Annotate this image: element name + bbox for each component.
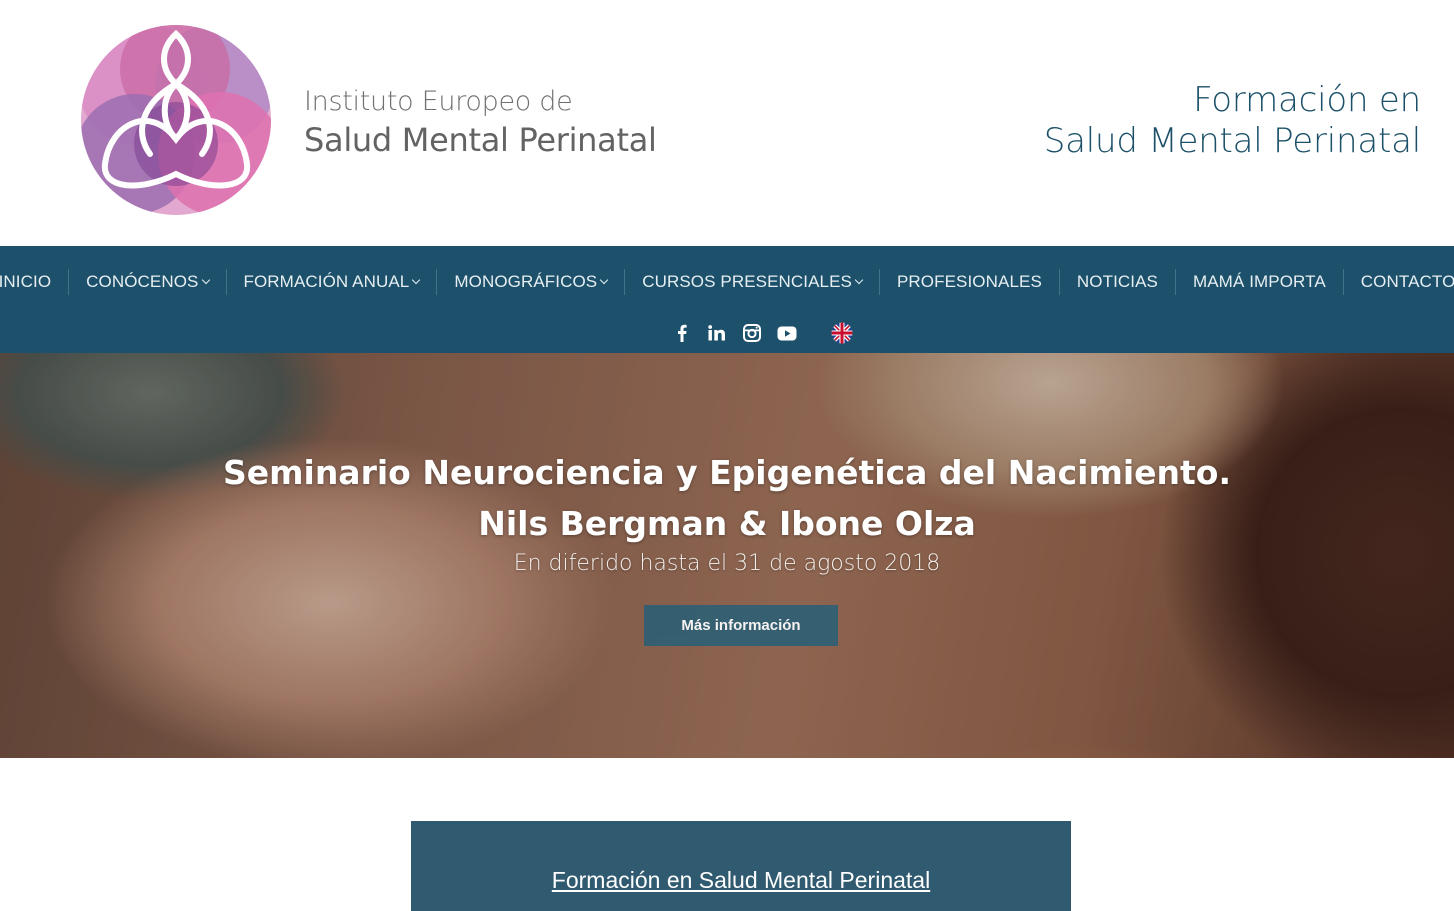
nav-item-formacion-anual[interactable]: FORMACIÓN ANUAL	[225, 269, 437, 295]
nav-menu: INICIO CONÓCENOS FORMACIÓN ANUAL MONOGRÁ…	[0, 264, 1454, 300]
nav-item-label: CURSOS PRESENCIALES	[642, 272, 852, 291]
logo-text[interactable]: Instituto Europeo de Salud Mental Perina…	[304, 86, 657, 160]
nav-item-label: NOTICIAS	[1076, 272, 1158, 291]
nav-item-profesionales[interactable]: PROFESIONALES	[878, 269, 1059, 295]
linkedin-icon[interactable]	[706, 322, 728, 344]
hero-title-line-1: Seminario Neurociencia y Epigenética del…	[222, 453, 1232, 492]
nav-item-label: INICIO	[0, 272, 52, 291]
hero-banner: Seminario Neurociencia y Epigenética del…	[0, 353, 1454, 758]
chevron-down-icon	[201, 275, 210, 285]
nav-item-inicio[interactable]: INICIO	[0, 269, 68, 295]
nav-item-label: MONOGRÁFICOS	[454, 272, 598, 291]
more-info-button[interactable]: Más información	[644, 605, 838, 646]
chevron-down-icon	[854, 275, 864, 285]
nav-item-label: MAMÁ IMPORTA	[1192, 272, 1326, 291]
nav-item-label: CONÓCENOS	[86, 272, 199, 291]
instagram-icon[interactable]	[741, 322, 763, 344]
hero-title: Seminario Neurociencia y Epigenética del…	[0, 447, 1454, 549]
nav-item-conocenos[interactable]: CONÓCENOS	[68, 269, 225, 295]
nav-item-label: FORMACIÓN ANUAL	[243, 272, 410, 291]
hero-title-line-2: Nils Bergman & Ibone Olza	[478, 504, 976, 543]
nav-item-cursos-presenciales[interactable]: CURSOS PRESENCIALES	[624, 269, 879, 295]
formacion-link[interactable]: Formación en Salud Mental Perinatal	[411, 867, 1071, 894]
uk-flag-icon[interactable]	[831, 322, 853, 344]
chevron-down-icon	[599, 275, 609, 285]
chevron-down-icon	[412, 275, 421, 285]
facebook-icon[interactable]	[671, 322, 693, 344]
header-tagline: Formación en Salud Mental Perinatal	[1044, 80, 1421, 162]
site-header: Instituto Europeo de Salud Mental Perina…	[0, 0, 1454, 246]
logo-line-1: Instituto Europeo de	[304, 86, 573, 117]
logo-line-2: Salud Mental Perinatal	[304, 121, 657, 159]
info-box: Formación en Salud Mental Perinatal	[411, 821, 1071, 911]
nav-item-noticias[interactable]: NOTICIAS	[1058, 269, 1175, 295]
logo-icon[interactable]	[80, 24, 272, 216]
nav-item-label: CONTACTO	[1360, 272, 1454, 291]
nav-item-monograficos[interactable]: MONOGRÁFICOS	[436, 269, 624, 295]
tagline-line-1: Formación en	[1193, 80, 1421, 120]
tagline-line-2: Salud Mental Perinatal	[1043, 121, 1421, 161]
hero-subtitle: En diferido hasta el 31 de agosto 2018	[513, 551, 941, 576]
nav-item-mama-importa[interactable]: MAMÁ IMPORTA	[1174, 269, 1343, 295]
nav-item-contacto[interactable]: CONTACTO	[1342, 269, 1454, 295]
youtube-icon[interactable]	[776, 322, 798, 344]
nav-item-label: PROFESIONALES	[896, 272, 1042, 291]
